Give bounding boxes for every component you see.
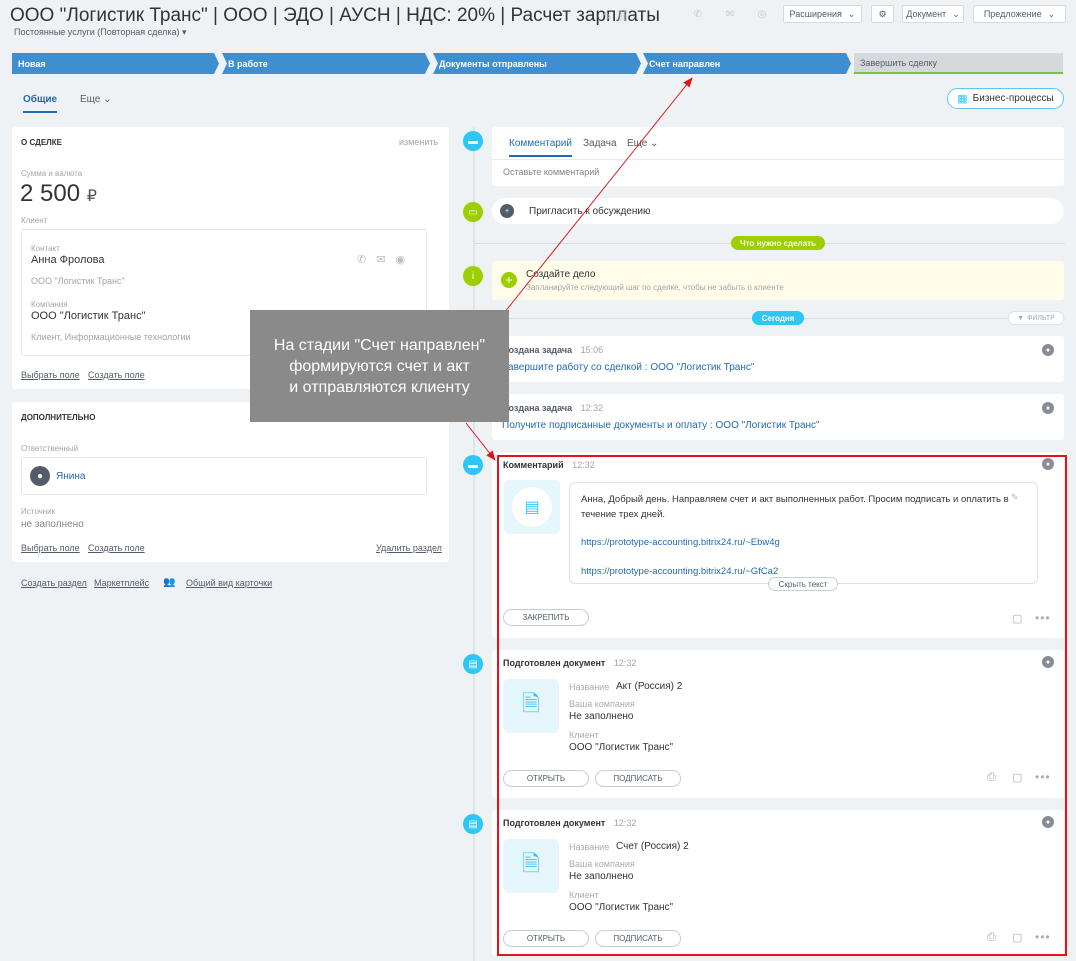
annotation-arrows — [465, 77, 693, 461]
annotation-callout: На стадии "Счет направлен" формируются с… — [250, 310, 509, 422]
arrow-to-comment — [465, 422, 496, 461]
arrow-to-stage — [499, 77, 693, 319]
